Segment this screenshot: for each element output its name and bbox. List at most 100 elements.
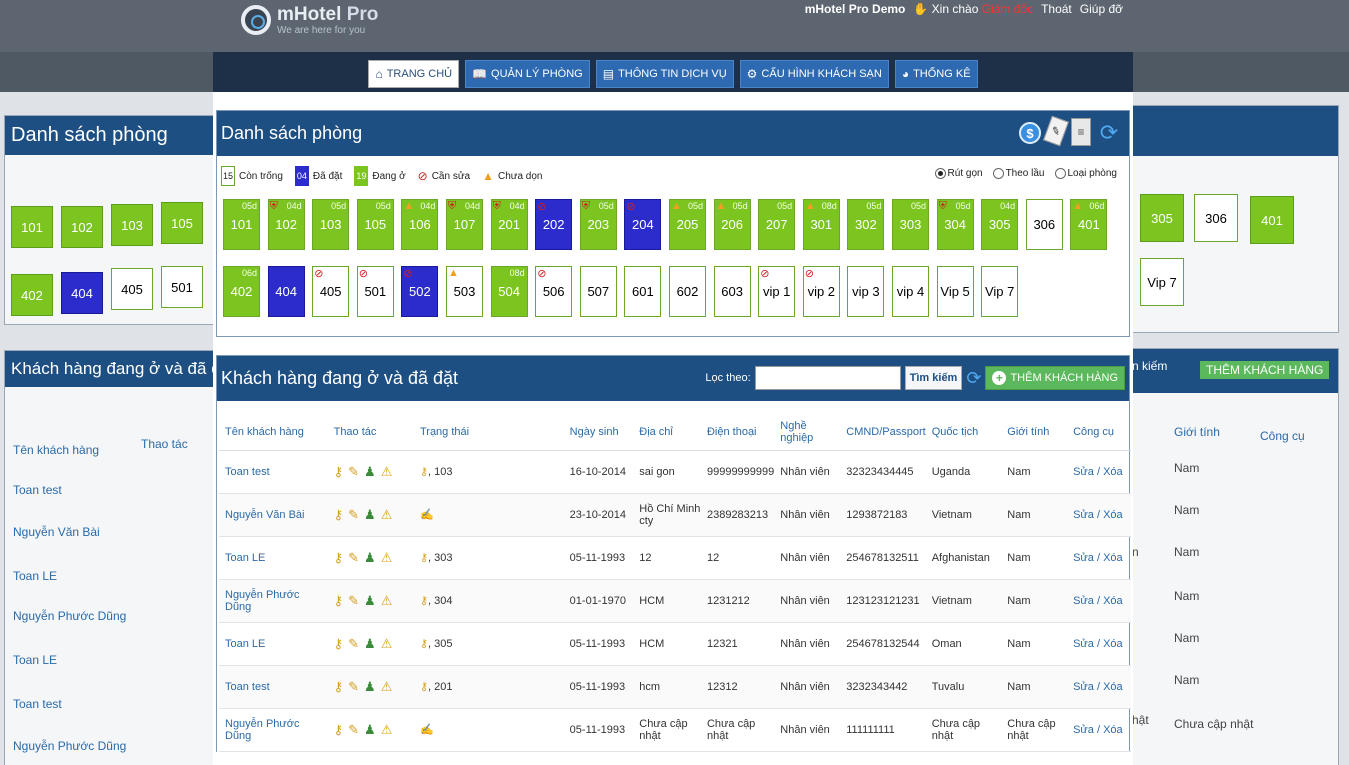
nav-services[interactable]: ▤ THÔNG TIN DỊCH VỤ	[595, 60, 734, 88]
column-header[interactable]: Giới tính	[1001, 415, 1068, 451]
warning-icon[interactable]: ⚠	[381, 636, 393, 651]
warning-icon[interactable]: ⚠	[381, 507, 393, 522]
room-tile[interactable]: 507	[579, 266, 617, 317]
room-tile[interactable]: 106 04d ▲	[401, 199, 439, 250]
room-tile[interactable]: vip 4	[892, 266, 929, 317]
customer-name-link[interactable]: Nguyễn Phước Dũng	[219, 579, 328, 623]
warning-icon[interactable]: ⚠	[381, 464, 393, 479]
add-customer-button[interactable]: + THÊM KHÁCH HÀNG	[985, 366, 1125, 390]
customer-name-link[interactable]: Toan test	[219, 450, 328, 494]
room-tile[interactable]: 303 05d	[892, 199, 929, 250]
key-icon[interactable]: ⚷	[334, 593, 344, 608]
room-tile[interactable]: 602	[669, 266, 706, 317]
warning-icon[interactable]: ⚠	[381, 722, 393, 737]
edit-link[interactable]: Sửa	[1073, 638, 1094, 650]
pencil-icon[interactable]: ✎	[348, 636, 359, 651]
room-tile[interactable]: 401 06d ▲	[1070, 199, 1108, 250]
view-option-floor[interactable]: Theo lầu	[992, 168, 1045, 179]
nav-config[interactable]: ⚙ CẤU HÌNH KHÁCH SẠN	[739, 60, 889, 88]
delete-link[interactable]: Xóa	[1103, 466, 1123, 478]
room-tile[interactable]: 207 05d	[758, 199, 796, 250]
delete-link[interactable]: Xóa	[1103, 509, 1123, 521]
person-icon[interactable]: ♟	[364, 507, 376, 522]
key-icon[interactable]: ⚷	[334, 550, 344, 565]
room-tile[interactable]: 603	[713, 266, 751, 317]
room-tile[interactable]: vip 1 ⊘	[758, 266, 796, 317]
column-header[interactable]: Điện thoại	[700, 415, 775, 451]
edit-link[interactable]: Sửa	[1073, 595, 1094, 607]
edit-link[interactable]: Sửa	[1073, 681, 1094, 693]
column-header[interactable]: Công cụ	[1067, 415, 1131, 451]
search-button[interactable]: Tìm kiếm	[904, 366, 963, 390]
room-tile[interactable]: 101 05d	[223, 199, 260, 250]
pencil-icon[interactable]: ✎	[348, 679, 359, 694]
room-tile[interactable]: 506 ⊘	[535, 266, 573, 317]
refresh-icon[interactable]: ⟳	[966, 368, 981, 389]
room-tile[interactable]: 501 ⊘	[356, 266, 394, 317]
room-tile[interactable]: 601	[624, 266, 662, 317]
filter-input[interactable]	[754, 366, 901, 390]
column-header[interactable]: Trạng thái	[413, 415, 564, 451]
pencil-icon[interactable]: ✎	[348, 464, 359, 479]
edit-link[interactable]: Sửa	[1073, 509, 1094, 521]
delete-link[interactable]: Xóa	[1103, 595, 1123, 607]
room-tile[interactable]: vip 3	[847, 266, 885, 317]
pencil-icon[interactable]: ✎	[348, 550, 359, 565]
room-tile[interactable]: 305 04d	[981, 199, 1019, 250]
column-header[interactable]: Thao tác	[327, 415, 414, 451]
view-option-type[interactable]: Loại phòng	[1054, 168, 1117, 179]
person-icon[interactable]: ♟	[364, 550, 376, 565]
pencil-icon[interactable]: ✎	[348, 593, 359, 608]
customer-name-link[interactable]: Nguyễn Phước Dũng	[219, 708, 328, 752]
room-tile[interactable]: 304 05d ⛨	[936, 199, 974, 250]
logout-link[interactable]: Thoát	[1041, 2, 1072, 16]
person-icon[interactable]: ♟	[364, 722, 376, 737]
nav-rooms[interactable]: 📖 QUẢN LÝ PHÒNG	[465, 60, 590, 88]
customer-name-link[interactable]: Toan LE	[219, 622, 328, 666]
delete-link[interactable]: Xóa	[1103, 681, 1123, 693]
room-tile[interactable]: 107 04d ⛨	[446, 199, 483, 250]
card-icon[interactable]: ✎	[1043, 115, 1069, 147]
column-header[interactable]: Tên khách hàng	[219, 415, 328, 451]
room-tile[interactable]: 301 08d ▲	[802, 199, 840, 250]
room-tile[interactable]: 402 06d	[223, 266, 260, 317]
room-tile[interactable]: 202 ⊘	[535, 199, 573, 250]
refresh-icon[interactable]: ⟳	[1097, 118, 1121, 148]
room-tile[interactable]: Vip 7	[981, 266, 1019, 317]
nav-stats[interactable]: ◕ THỐNG KÊ	[894, 60, 978, 88]
room-tile[interactable]: 102 04d ⛨	[267, 199, 305, 250]
warning-icon[interactable]: ⚠	[381, 593, 393, 608]
room-tile[interactable]: Vip 5	[936, 266, 974, 317]
key-icon[interactable]: ⚷	[334, 636, 344, 651]
room-tile[interactable]: 504 08d	[490, 266, 528, 317]
column-header[interactable]: Địa chỉ	[633, 415, 701, 451]
room-tile[interactable]: 201 04d ⛨	[490, 199, 528, 250]
key-icon[interactable]: ⚷	[334, 507, 344, 522]
customer-name-link[interactable]: Toan LE	[219, 536, 328, 580]
dollar-icon[interactable]: $	[1019, 122, 1041, 144]
person-icon[interactable]: ♟	[364, 593, 376, 608]
room-tile[interactable]: 105 05d	[356, 199, 394, 250]
edit-link[interactable]: Sửa	[1073, 724, 1094, 736]
pencil-icon[interactable]: ✎	[348, 722, 359, 737]
person-icon[interactable]: ♟	[364, 636, 376, 651]
room-tile[interactable]: 205 05d ▲	[669, 199, 706, 250]
key-icon[interactable]: ⚷	[334, 722, 344, 737]
room-tile[interactable]: vip 2 ⊘	[802, 266, 840, 317]
column-header[interactable]: Ngày sinh	[563, 415, 634, 451]
delete-link[interactable]: Xóa	[1103, 552, 1123, 564]
customer-name-link[interactable]: Toan test	[219, 665, 328, 709]
column-header[interactable]: CMND/Passport	[840, 415, 926, 451]
person-icon[interactable]: ♟	[364, 464, 376, 479]
room-tile[interactable]: 206 05d ▲	[713, 199, 751, 250]
key-icon[interactable]: ⚷	[334, 464, 344, 479]
warning-icon[interactable]: ⚠	[381, 550, 393, 565]
column-header[interactable]: Quốc tịch	[925, 415, 1002, 451]
room-tile[interactable]: 302 05d	[847, 199, 885, 250]
app-logo[interactable]: mHotel Pro We are here for you	[241, 4, 378, 36]
column-header[interactable]: Nghề nghiệp	[774, 415, 841, 451]
person-icon[interactable]: ♟	[364, 679, 376, 694]
view-option-compact[interactable]: Rút gọn	[934, 168, 983, 179]
delete-link[interactable]: Xóa	[1103, 638, 1123, 650]
room-tile[interactable]: 103 05d	[312, 199, 350, 250]
